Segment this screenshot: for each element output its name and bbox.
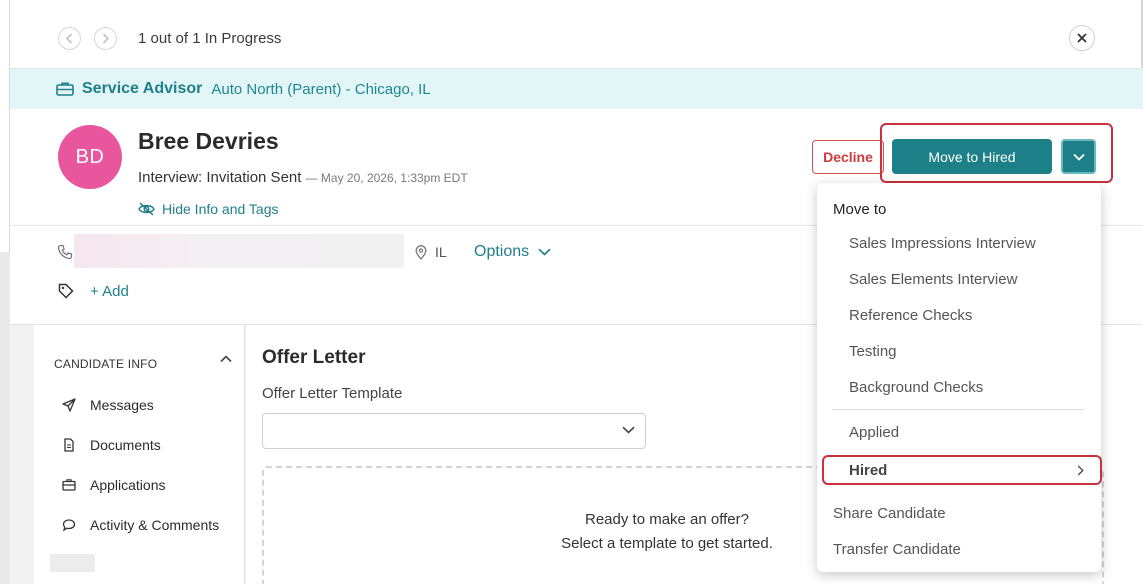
comment-icon [62, 519, 76, 532]
job-banner: Service Advisor Auto North (Parent) - Ch… [10, 69, 1143, 109]
chevron-up-icon[interactable] [220, 355, 232, 363]
chevron-right-icon[interactable] [94, 27, 117, 50]
menu-item-hired[interactable]: Hired [822, 455, 1102, 485]
menu-item-stage[interactable]: Reference Checks [849, 307, 972, 324]
options-dropdown[interactable]: Options [474, 243, 551, 261]
chevron-down-icon [538, 248, 551, 256]
menu-item-hired-label: Hired [849, 462, 888, 479]
sidebar-item-applications[interactable]: Applications [62, 477, 166, 493]
menu-divider [833, 409, 1084, 410]
offer-template-label: Offer Letter Template [262, 385, 403, 402]
share-candidate-item[interactable]: Share Candidate [833, 505, 946, 522]
document-icon [64, 438, 74, 452]
move-options-dropdown-button[interactable] [1061, 139, 1096, 174]
candidate-status: Interview: Invitation Sent — May 20, 202… [138, 169, 468, 186]
candidate-counter: 1 out of 1 In Progress [138, 30, 282, 47]
menu-item-stage[interactable]: Testing [849, 343, 897, 360]
hide-info-toggle[interactable]: Hide Info and Tags [138, 201, 279, 217]
job-title-link[interactable]: Service Advisor [82, 80, 202, 98]
sidebar-item-label: Documents [90, 437, 161, 453]
candidate-name: Bree Devries [138, 128, 279, 154]
chevron-right-icon [1077, 465, 1084, 476]
tag-icon [58, 283, 74, 299]
eye-off-icon [138, 202, 155, 216]
send-icon [62, 398, 76, 412]
transfer-candidate-item[interactable]: Transfer Candidate [833, 541, 961, 558]
move-to-hired-button[interactable]: Move to Hired [892, 139, 1052, 174]
hide-info-label: Hide Info and Tags [162, 201, 279, 217]
sidebar-item-documents[interactable]: Documents [62, 437, 161, 453]
sidebar-item-label: Activity & Comments [90, 517, 220, 533]
sidebar-section-title: CANDIDATE INFO [54, 357, 158, 371]
status-text: Interview: Invitation Sent [138, 169, 302, 186]
chevron-down-icon [1072, 153, 1085, 161]
job-location: Auto North (Parent) - Chicago, IL [211, 80, 431, 98]
offer-template-select[interactable] [262, 413, 646, 449]
candidate-nav-bar: 1 out of 1 In Progress [10, 0, 1141, 69]
left-app-strip [0, 0, 10, 584]
redacted-item [50, 554, 95, 572]
chevron-down-icon [622, 426, 635, 434]
sidebar-item-activity[interactable]: Activity & Comments [62, 517, 219, 533]
menu-heading: Move to [833, 201, 887, 218]
sidebar-item-label: Messages [90, 397, 154, 413]
candidate-state: IL [435, 244, 447, 260]
sidebar-item-messages[interactable]: Messages [62, 397, 154, 413]
avatar: BD [58, 125, 122, 189]
phone-icon [57, 244, 73, 260]
status-date: — May 20, 2026, 1:33pm EDT [305, 171, 468, 185]
menu-item-applied[interactable]: Applied [849, 424, 899, 441]
close-icon[interactable] [1069, 25, 1095, 51]
move-to-menu: Move to Sales Impressions Interview Sale… [817, 183, 1102, 572]
menu-item-stage[interactable]: Background Checks [849, 379, 983, 396]
decline-button[interactable]: Decline [812, 140, 884, 174]
menu-item-stage[interactable]: Sales Impressions Interview [849, 235, 1036, 252]
chevron-left-icon[interactable] [58, 27, 81, 50]
candidate-info-sidebar: CANDIDATE INFO Messages Documents Applic… [34, 325, 245, 584]
location-pin-icon [415, 245, 427, 260]
sidebar-item-label: Applications [90, 477, 166, 493]
briefcase-icon [62, 479, 76, 491]
add-tag-button[interactable]: + Add [90, 283, 129, 300]
menu-item-stage[interactable]: Sales Elements Interview [849, 271, 1017, 288]
offer-title: Offer Letter [262, 347, 366, 368]
briefcase-icon [56, 82, 74, 96]
redacted-phone [74, 234, 404, 268]
options-label: Options [474, 243, 530, 260]
